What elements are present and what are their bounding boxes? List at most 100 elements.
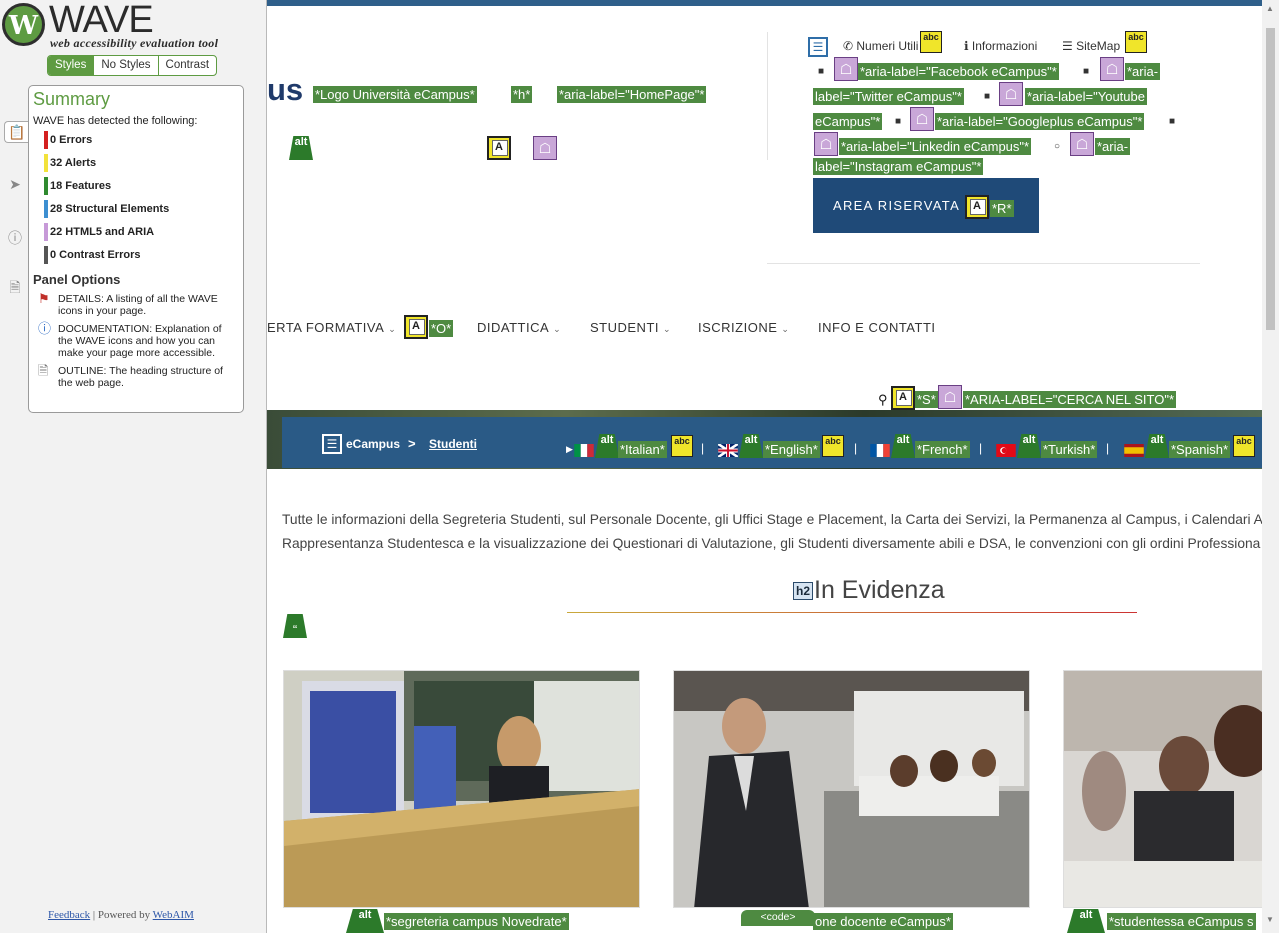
document-icon: 🗎 [38, 363, 49, 378]
stat-color-bar [44, 154, 48, 172]
stats-list: 0 Errors 32 Alerts 18 Features 28 Struct… [33, 129, 239, 267]
youtube-icon[interactable]: ■ [984, 91, 990, 102]
page-scrollbar[interactable]: ▲ ▼ [1262, 0, 1279, 933]
scroll-up-icon[interactable]: ▲ [1266, 4, 1274, 13]
scroll-down-icon[interactable]: ▼ [1266, 915, 1274, 924]
outline-document-icon[interactable]: 🗎 [4, 278, 26, 300]
youtube-aria-label-start: *aria-label="Youtube [1025, 88, 1147, 105]
chevron-down-icon: ⌄ [553, 324, 562, 334]
nav-studenti[interactable]: STUDENTI ⌄ [590, 320, 671, 335]
heading-underline [567, 612, 1137, 613]
webaim-link[interactable]: WebAIM [153, 909, 194, 921]
tab-no-styles[interactable]: No Styles [94, 56, 159, 75]
googleplus-aria-label: *aria-label="Googleplus eCampus"* [935, 113, 1145, 130]
card-alt-label-2: one docente eCampus* [813, 913, 953, 930]
stat-errors[interactable]: 0 Errors [33, 129, 239, 152]
link-numeri-utili[interactable]: ✆ Numeri Utili [843, 39, 918, 53]
stat-color-bar [44, 131, 48, 149]
evaluated-page: us *Logo Università eCampus* *h* *aria-l… [267, 0, 1279, 933]
instagram-aria-label-end: label="Instagram eCampus"* [813, 158, 984, 175]
english-flag-icon[interactable] [718, 444, 738, 457]
facebook-icon[interactable]: ■ [818, 66, 824, 77]
lang-separator: | [979, 441, 983, 455]
site-logo[interactable]: us [267, 72, 303, 108]
english-alt-label: *English* [763, 441, 820, 458]
tab-contrast[interactable]: Contrast [159, 56, 216, 75]
intro-line-1: Tutte le informazioni della Segreteria S… [282, 512, 1263, 527]
stat-features[interactable]: 18 Features [33, 175, 239, 198]
powered-by-text: Powered by [97, 909, 151, 921]
view-mode-tabs: Styles No Styles Contrast [47, 55, 218, 76]
stat-html5-aria[interactable]: 22 HTML5 and ARIA [33, 221, 239, 244]
list-structure-icon: ☰ [808, 37, 828, 57]
flag-icon: ⚑ [38, 291, 50, 306]
scroll-thumb[interactable] [1266, 28, 1275, 330]
chevron-down-icon: ⌄ [781, 324, 790, 334]
heading-label: *h* [511, 86, 533, 103]
aria-tag-icon: ☖ [533, 136, 557, 160]
lang-separator: | [1106, 441, 1110, 455]
wave-subtitle: web accessibility evaluation tool [50, 36, 219, 50]
breadcrumb-home[interactable]: eCampus [346, 437, 400, 451]
footer-separator: | [92, 909, 96, 921]
nav-offerta-formativa[interactable]: ERTA FORMATIVA ⌄ [267, 320, 396, 335]
abc-icon: abc [1233, 435, 1255, 457]
instagram-aria-label-start: *aria- [1095, 138, 1131, 155]
nav-info-contatti[interactable]: INFO E CONTATTI [818, 320, 936, 335]
french-flag-icon[interactable] [870, 444, 890, 457]
breadcrumb-current[interactable]: Studenti [429, 437, 477, 451]
stat-contrast[interactable]: 0 Contrast Errors [33, 244, 239, 267]
header-divider [767, 263, 1200, 264]
abc-icon: abc [822, 435, 844, 457]
youtube-aria-label-end: eCampus"* [813, 113, 883, 130]
twitter-aria-label-end: label="Twitter eCampus"* [813, 88, 964, 105]
card-image-docente[interactable] [673, 670, 1030, 908]
italian-flag-icon[interactable] [574, 444, 594, 457]
spanish-flag-icon[interactable] [1124, 444, 1144, 457]
stat-alerts[interactable]: 32 Alerts [33, 152, 239, 175]
nav-accesskey-label: *O* [429, 320, 454, 337]
panel-options-title: Panel Options [33, 272, 121, 287]
feedback-link[interactable]: Feedback [48, 909, 90, 921]
turkish-flag-icon[interactable] [996, 444, 1016, 457]
nav-didattica[interactable]: DIDATTICA ⌄ [477, 320, 561, 335]
lang-separator: | [701, 441, 705, 455]
search-aria-label: *ARIA-LABEL="CERCA NEL SITO"* [963, 391, 1177, 408]
card-image-segreteria[interactable] [283, 670, 640, 908]
stat-structural[interactable]: 28 Structural Elements [33, 198, 239, 221]
instagram-icon[interactable]: ○ [1054, 141, 1060, 152]
linkedin-icon[interactable]: ■ [1169, 116, 1175, 127]
card-alt-label-1: *segreteria campus Novedrate* [384, 913, 569, 930]
top-color-bar [267, 0, 1262, 6]
turkish-alt-label: *Turkish* [1041, 441, 1098, 458]
reception-desk-image [284, 671, 639, 907]
option-details[interactable]: ⚑ DETAILS: A listing of all the WAVE icon… [33, 291, 239, 317]
option-documentation[interactable]: ⓘ DOCUMENTATION: Explanation of the WAVE … [33, 322, 239, 359]
card-image-studentessa[interactable] [1063, 670, 1263, 908]
googleplus-icon[interactable]: ■ [895, 116, 901, 127]
link-sitemap[interactable]: ☰ SiteMap [1062, 39, 1120, 53]
aria-tag-icon: ☖ [938, 385, 962, 409]
header-divider [767, 32, 768, 160]
lang-separator: | [854, 441, 858, 455]
wave-logo-icon: W [2, 3, 45, 46]
card-alt-label-3: *studentessa eCampus s [1107, 913, 1256, 930]
intro-line-2: Rappresentanza Studentesca e la visualiz… [282, 536, 1261, 551]
tab-styles[interactable]: Styles [48, 56, 95, 75]
nav-iscrizione[interactable]: ISCRIZIONE ⌄ [698, 320, 789, 335]
link-informazioni[interactable]: ℹ Informazioni [964, 39, 1037, 53]
classroom-teacher-image [674, 671, 1029, 907]
spanish-alt-label: *Spanish* [1169, 441, 1231, 458]
search-accesskey-label: *S* [915, 391, 938, 408]
search-icon[interactable]: ⚲ [878, 392, 888, 408]
option-outline[interactable]: 🗎 OUTLINE: The heading structure of the w… [33, 363, 239, 389]
abc-icon: abc [920, 31, 942, 53]
twitter-icon[interactable]: ■ [1083, 66, 1089, 77]
chevron-down-icon: ⌄ [388, 324, 397, 334]
documentation-info-icon[interactable]: ⓘ [4, 227, 26, 249]
stat-color-bar [44, 177, 48, 195]
students-exam-image [1064, 671, 1263, 907]
details-flag-icon[interactable]: ➤ [4, 173, 26, 195]
summary-clipboard-icon[interactable]: 📋 [4, 121, 29, 143]
abc-icon: abc [1125, 31, 1147, 53]
